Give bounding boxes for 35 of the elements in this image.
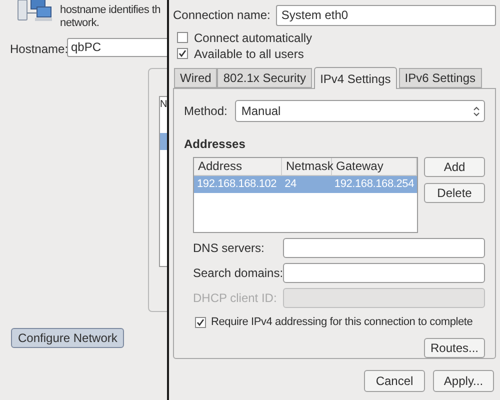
field-label: DNS servers: [193, 240, 266, 257]
intro-text: network. [60, 17, 100, 30]
routes-button[interactable]: Routes... [424, 338, 485, 358]
checkbox-label: Connect automatically [194, 30, 312, 46]
apply-button[interactable]: Apply... [433, 370, 494, 392]
checkbox[interactable] [177, 32, 188, 43]
intro-text: hostname identifies th [60, 4, 160, 17]
column-header: N [160, 99, 168, 111]
spinner-arrows-icon [473, 106, 480, 116]
checkbox[interactable] [177, 48, 188, 59]
tab[interactable]: IPv4 Settings [314, 67, 397, 89]
section-heading: Addresses [184, 136, 246, 153]
tab[interactable]: IPv6 Settings [398, 68, 482, 88]
cancel-button[interactable]: Cancel [364, 370, 425, 392]
configure-network-button[interactable]: Configure Network [11, 328, 124, 348]
input-field[interactable] [283, 263, 485, 283]
column-header[interactable]: Address [194, 158, 282, 175]
column-header[interactable]: Gateway [332, 158, 417, 175]
connection-name-label: Connection name: [173, 7, 270, 24]
checkbox-label: Require IPv4 addressing for this connection to complete [211, 314, 473, 330]
add-button[interactable]: Add [424, 157, 485, 177]
method-dropdown[interactable]: Manual [235, 100, 485, 122]
field-label: DHCP client ID: [193, 290, 278, 307]
column-header[interactable]: Netmask [282, 158, 332, 175]
tab[interactable]: 802.1x Security [217, 68, 312, 88]
tab[interactable]: Wired [174, 68, 218, 88]
checkbox[interactable] [195, 316, 206, 328]
input-field[interactable] [283, 238, 485, 258]
field-label: Search domains: [193, 265, 283, 282]
delete-button[interactable]: Delete [424, 183, 485, 203]
checkbox-label: Available to all users [194, 46, 304, 62]
hostname-label: Hostname: [10, 41, 68, 58]
method-label: Method: [184, 103, 228, 120]
connection-name-field[interactable]: System eth0 [276, 4, 496, 26]
network-computers-icon [17, 0, 53, 22]
